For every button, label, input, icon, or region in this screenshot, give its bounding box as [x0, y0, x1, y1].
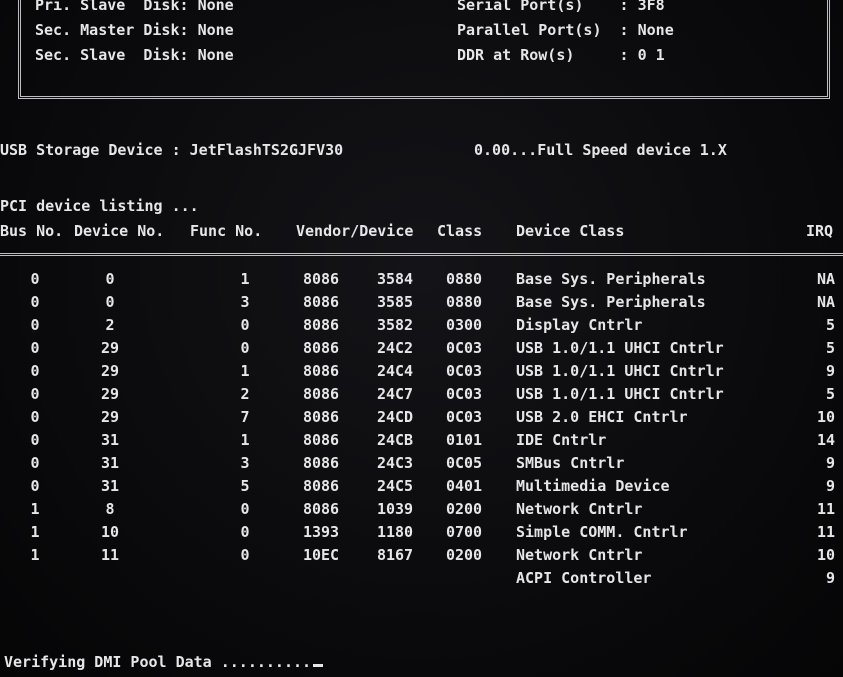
pci-listing-heading: PCI device listing ...: [0, 197, 199, 215]
summary-line-sec-master: Sec. Master Disk: None: [35, 21, 234, 39]
table-row: 1 8 0 8086 1039 0200 Network Cntrlr 11: [30, 500, 835, 518]
table-row: 0 29 0 8086 24C2 0C03 USB 1.0/1.1 UHCI Cntrlr 5: [30, 339, 835, 357]
header-irq: IRQ: [806, 222, 834, 240]
header-class: Class: [437, 222, 483, 240]
table-row: 0 31 1 8086 24CB 0101 IDE Cntrlr 14: [30, 431, 835, 449]
table-row: 0 29 2 8086 24C7 0C03 USB 1.0/1.1 UHCI Cntrlr 5: [30, 385, 835, 403]
table-row: ACPI Controller 9: [516, 569, 835, 587]
header-bus-no: Bus No.: [0, 222, 64, 240]
table-row: 0 29 7 8086 24CD 0C03 USB 2.0 EHCI Cntrlr 10: [30, 408, 835, 426]
table-row: 0 2 0 8086 3582 0300 Display Cntrlr 5: [30, 316, 835, 334]
usb-storage-device-label: USB Storage Device : JetFlashTS2GJFV30: [0, 141, 344, 159]
table-row: 0 31 3 8086 24C3 0C05 SMBus Cntrlr 9: [30, 454, 835, 472]
dmi-pool-status-text: Verifying DMI Pool Data ..........: [4, 653, 312, 671]
table-row: 0 31 5 8086 24C5 0401 Multimedia Device 9: [30, 477, 835, 495]
header-device-class: Device Class: [516, 222, 625, 240]
header-vendor-device: Vendor/Device: [296, 222, 414, 240]
table-row: 1 10 0 1393 1180 0700 Simple COMM. Cntrlr 11: [30, 523, 835, 541]
table-row: 0 0 3 8086 3585 0880 Base Sys. Peripherals NA: [30, 293, 835, 311]
bios-post-screen: Pri. Slave Disk: None Sec. Master Disk: …: [0, 0, 843, 677]
usb-storage-device-speed: 0.00...Full Speed device 1.X: [474, 141, 727, 159]
header-device-no: Device No.: [74, 222, 165, 240]
table-row: 1 11 0 10EC 8167 0200 Network Cntrlr 10: [30, 546, 835, 564]
dmi-pool-status: Verifying DMI Pool Data ..........: [4, 653, 324, 671]
summary-line-serial-ports: Serial Port(s) : 3F8: [457, 0, 665, 14]
system-summary-box: Pri. Slave Disk: None Sec. Master Disk: …: [18, 0, 830, 99]
summary-line-parallel-ports: Parallel Port(s) : None: [457, 21, 674, 39]
summary-line-ddr-rows: DDR at Row(s) : 0 1: [457, 46, 665, 64]
header-func-no: Func No.: [190, 222, 263, 240]
summary-line-pri-slave: Pri. Slave Disk: None: [35, 0, 234, 14]
table-row: 0 29 1 8086 24C4 0C03 USB 1.0/1.1 UHCI Cntrlr 9: [30, 362, 835, 380]
text-cursor: [313, 664, 324, 667]
header-divider: [0, 253, 843, 256]
table-row: 0 0 1 8086 3584 0880 Base Sys. Peripherals NA: [30, 270, 835, 288]
summary-line-sec-slave: Sec. Slave Disk: None: [35, 46, 234, 64]
